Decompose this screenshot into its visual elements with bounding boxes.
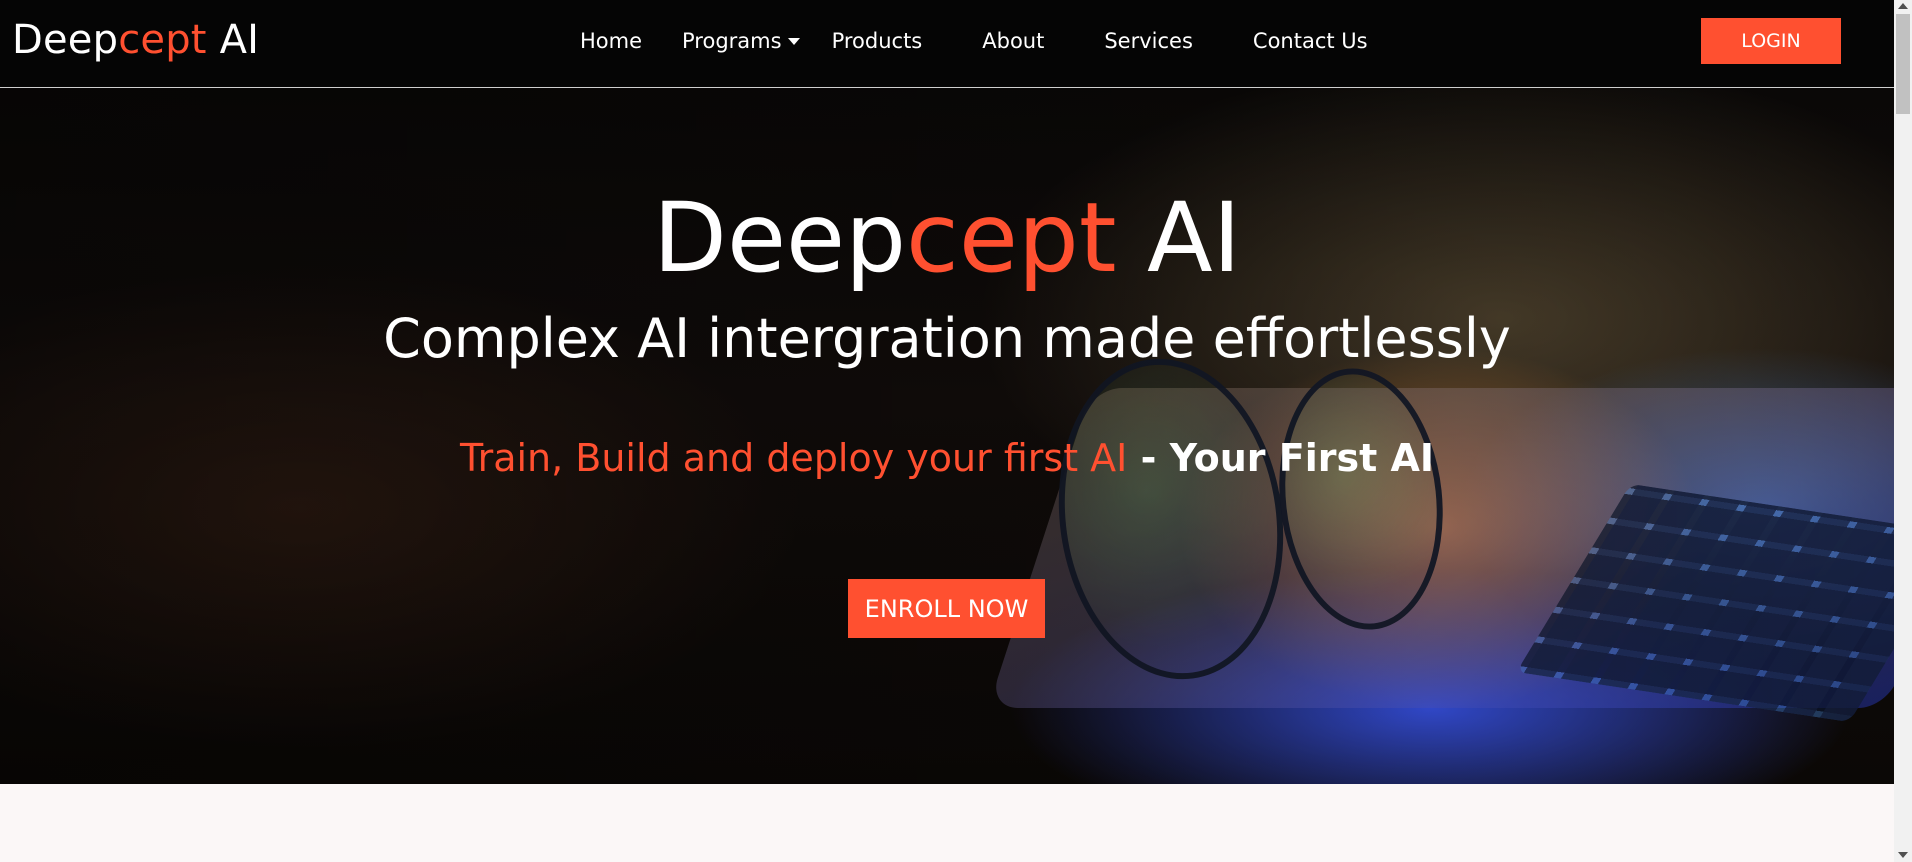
hero-title-ai: AI [1116, 182, 1241, 294]
nav-programs-dropdown[interactable]: Programs [682, 26, 800, 56]
hero-subtitle: Complex AI intergration made effortlessl… [383, 307, 1511, 370]
hero-title-cept: cept [906, 182, 1117, 294]
nav-services-link[interactable]: Services [1104, 26, 1193, 56]
navbar: Deepcept AI Home Programs Products About… [0, 0, 1894, 88]
content-section [0, 784, 1894, 862]
page: Deepcept AI Home Programs Products About… [0, 0, 1912, 862]
scrollbar-thumb[interactable] [1896, 14, 1910, 114]
brand-text-deep: Deep [12, 17, 119, 63]
hero-title-deep: Deep [653, 182, 907, 294]
brand-text-ai: AI [206, 17, 260, 63]
brand-logo[interactable]: Deepcept AI [12, 16, 259, 64]
hero-tagline: Train, Build and deploy your first AI - … [0, 433, 1894, 483]
nav-links: Home Programs Products About Services Co… [560, 26, 1368, 56]
nav-contact-link[interactable]: Contact Us [1253, 26, 1368, 56]
nav-home-link[interactable]: Home [580, 26, 642, 56]
hero-section: Deepcept AI Complex AI intergration made… [0, 88, 1894, 784]
chevron-down-icon [787, 37, 800, 45]
scroll-up-icon[interactable] [1898, 3, 1908, 9]
enroll-now-button[interactable]: ENROLL NOW [848, 579, 1045, 638]
vertical-scrollbar[interactable] [1894, 0, 1912, 862]
hero-tagline-main: Train, Build and deploy your first AI [459, 436, 1128, 480]
scroll-down-icon[interactable] [1898, 852, 1908, 858]
brand-text-cept: cept [118, 17, 207, 63]
hero-tagline-suffix: - Your First AI [1127, 436, 1435, 480]
nav-about-link[interactable]: About [982, 26, 1044, 56]
hero-title: Deepcept AI [0, 178, 1894, 298]
nav-products-link[interactable]: Products [832, 26, 923, 56]
login-button[interactable]: LOGIN [1701, 18, 1841, 64]
nav-programs-label: Programs [682, 29, 782, 53]
